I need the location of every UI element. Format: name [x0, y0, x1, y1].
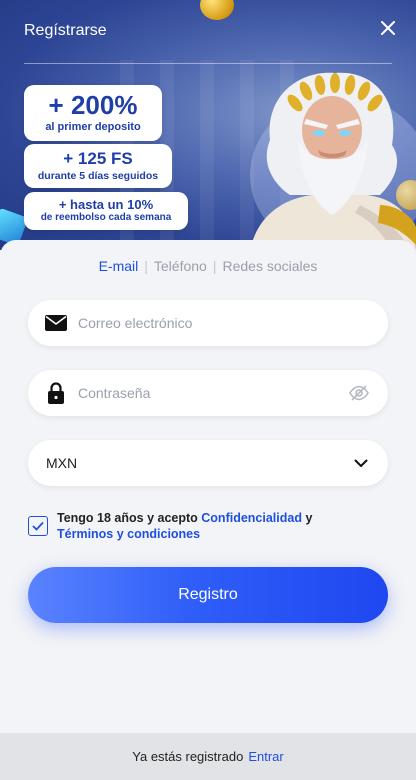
- terms-prefix: Tengo 18 años y acepto: [57, 511, 202, 525]
- promo-description: durante 5 días seguidos: [37, 170, 159, 182]
- terms-agreement: Tengo 18 años y acepto Confidencialidad …: [28, 510, 388, 542]
- header-divider: [24, 63, 392, 64]
- gold-coin-icon: [200, 0, 234, 20]
- promo-amount: + 200%: [48, 90, 138, 120]
- login-footer: Ya estás registrado Entrar: [0, 733, 416, 780]
- tab-separator: |: [212, 258, 217, 274]
- currency-value: MXN: [46, 455, 78, 471]
- register-button[interactable]: Registro: [28, 567, 388, 623]
- checkmark-icon: [32, 521, 44, 531]
- eye-off-icon[interactable]: [348, 382, 370, 404]
- tab-social[interactable]: Redes sociales: [222, 258, 317, 274]
- terms-text: Tengo 18 años y acepto Confidencialidad …: [57, 510, 312, 542]
- tab-separator: |: [144, 258, 148, 274]
- promo-description: de reembolso cada semana: [40, 212, 172, 223]
- registration-form: E-mail | Teléfono | Redes sociales Corre…: [0, 240, 416, 780]
- already-registered-text: Ya estás registrado: [132, 749, 244, 764]
- currency-select[interactable]: MXN: [28, 440, 388, 486]
- password-input[interactable]: [78, 370, 348, 416]
- zeus-illustration: [250, 72, 416, 250]
- promo-card-cashback: + hasta un 10% de reembolso cada semana: [24, 192, 188, 230]
- registration-screen: Regístrarse + 200% al primer deposito + …: [0, 0, 416, 780]
- tab-phone[interactable]: Teléfono: [154, 258, 207, 274]
- promo-description: al primer deposito: [45, 121, 141, 133]
- terms-mid: y: [301, 511, 313, 525]
- email-input[interactable]: [78, 300, 388, 346]
- registration-method-tabs: E-mail | Teléfono | Redes sociales: [0, 258, 416, 274]
- promo-banner: Regístrarse + 200% al primer deposito + …: [0, 0, 416, 250]
- chevron-down-icon: [352, 454, 370, 472]
- close-button[interactable]: [376, 16, 400, 40]
- promo-amount: + 125 FS: [63, 149, 133, 168]
- login-link[interactable]: Entrar: [248, 749, 283, 764]
- promo-amount: + hasta un 10%: [58, 197, 154, 212]
- email-field-container: [28, 300, 388, 346]
- terms-conditions-link[interactable]: Términos y condiciones: [57, 527, 200, 541]
- tab-email[interactable]: E-mail: [99, 258, 139, 274]
- promo-card-free-spins: + 125 FS durante 5 días seguidos: [24, 144, 172, 188]
- page-title: Regístrarse: [24, 22, 107, 39]
- privacy-link[interactable]: Confidencialidad: [201, 511, 302, 525]
- close-icon: [381, 21, 395, 35]
- promo-card-deposit: + 200% al primer deposito: [24, 85, 162, 141]
- terms-checkbox[interactable]: [28, 516, 48, 536]
- mail-icon: [44, 311, 68, 335]
- password-field-container: [28, 370, 388, 416]
- lock-icon: [44, 381, 68, 405]
